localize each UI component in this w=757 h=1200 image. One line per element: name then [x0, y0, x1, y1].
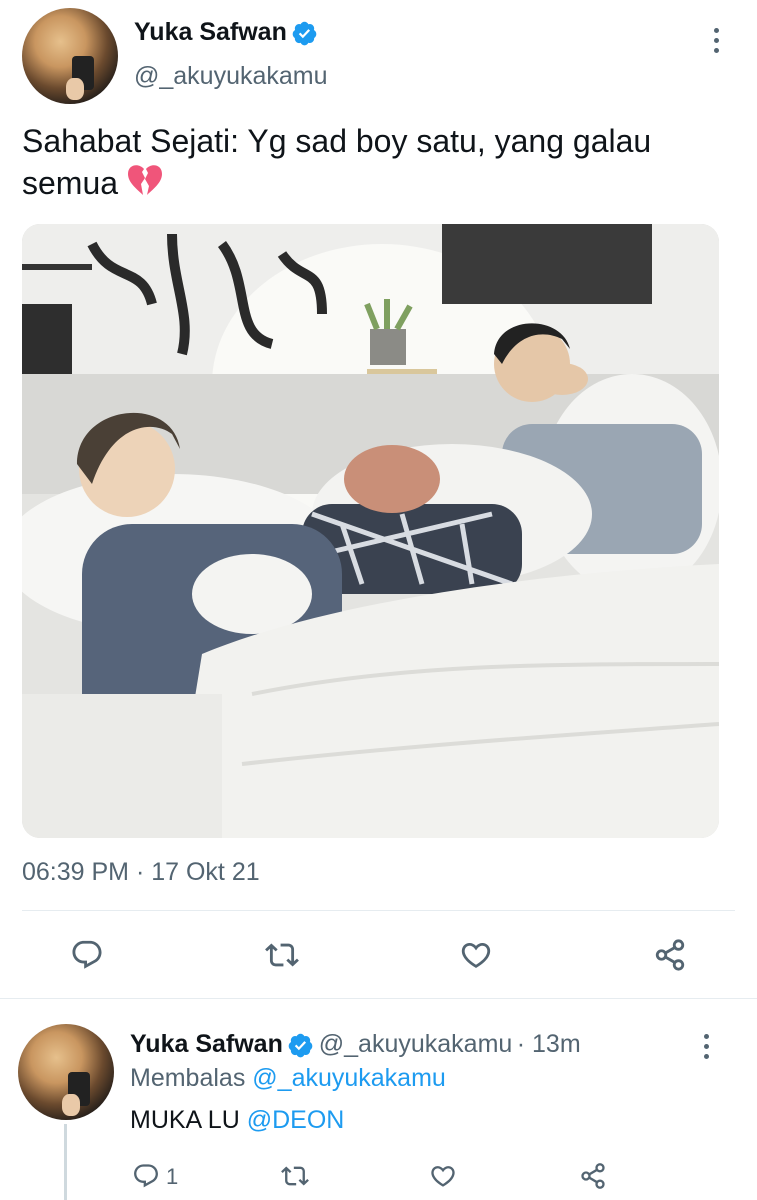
- thread-line: [64, 1124, 67, 1200]
- tweet-text-line1: Sahabat Sejati: Yg sad boy satu, yang ga…: [22, 123, 652, 159]
- author-handle[interactable]: @_akuyukakamu: [134, 62, 328, 91]
- reply-author-handle[interactable]: @_akuyukakamu: [319, 1030, 513, 1058]
- divider: [0, 998, 757, 999]
- bed-scene-image: [22, 224, 719, 838]
- reply-author-avatar[interactable]: [18, 1024, 114, 1120]
- replying-label: Membalas: [130, 1064, 246, 1092]
- share-icon[interactable]: [578, 1162, 608, 1190]
- heart-icon[interactable]: [458, 938, 494, 972]
- reply-time[interactable]: · 13m: [517, 1030, 581, 1058]
- tweet-text: Sahabat Sejati: Yg sad boy satu, yang ga…: [22, 120, 737, 208]
- reply-author-name[interactable]: Yuka Safwan: [130, 1030, 283, 1058]
- reply-icon[interactable]: [132, 1162, 160, 1190]
- more-vertical-icon[interactable]: [704, 1034, 709, 1064]
- author-avatar[interactable]: [22, 8, 118, 104]
- share-icon[interactable]: [652, 938, 688, 972]
- tweet-text-line2: semua: [22, 162, 737, 208]
- verified-badge-icon: [287, 1032, 314, 1064]
- author-name[interactable]: Yuka Safwan: [134, 18, 287, 46]
- divider: [22, 910, 735, 911]
- tweet-timestamp[interactable]: 06:39 PM · 17 Okt 21: [22, 858, 260, 887]
- more-vertical-icon[interactable]: [714, 28, 719, 58]
- tweet-photo[interactable]: [22, 224, 719, 838]
- mention-link[interactable]: @DEON: [247, 1106, 345, 1134]
- reply-count: 1: [166, 1164, 179, 1189]
- reply-text: MUKA LU @DEON: [130, 1106, 344, 1135]
- author-name-row: Yuka Safwan: [134, 18, 318, 52]
- broken-heart-emoji: [127, 164, 163, 208]
- replying-to-line: Membalas @_akuyukakamu: [130, 1064, 446, 1093]
- heart-icon[interactable]: [428, 1162, 458, 1190]
- reply-text-body: MUKA LU: [130, 1106, 240, 1134]
- reply-header: Yuka Safwan @_akuyukakamu · 13m: [130, 1030, 581, 1064]
- retweet-icon[interactable]: [262, 938, 302, 972]
- verified-badge-icon: [291, 20, 318, 52]
- retweet-icon[interactable]: [278, 1162, 312, 1190]
- reply-icon[interactable]: [70, 938, 104, 972]
- replying-to-link[interactable]: @_akuyukakamu: [252, 1064, 446, 1092]
